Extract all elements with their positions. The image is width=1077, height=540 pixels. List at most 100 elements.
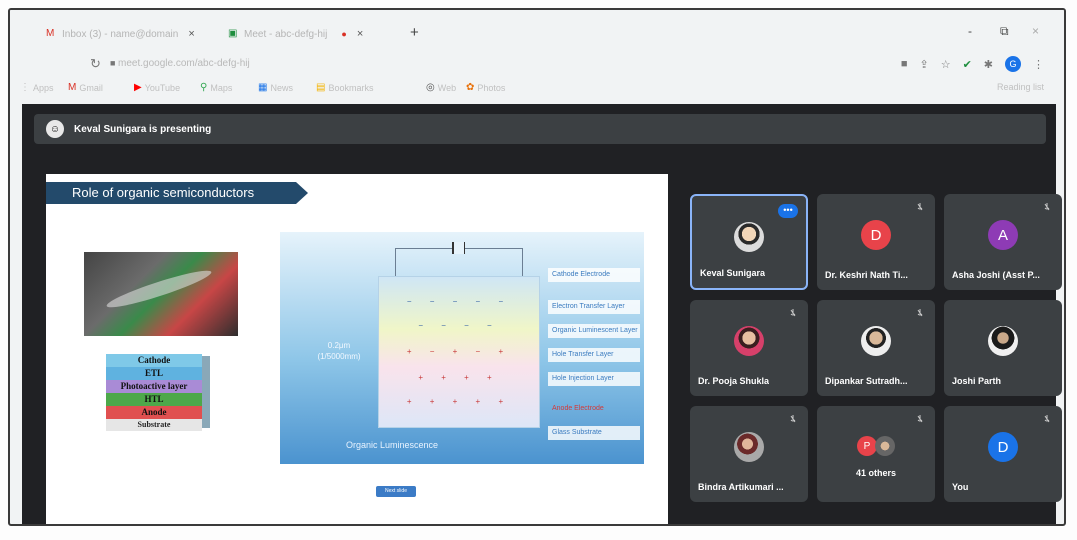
bookmark-label: Maps (210, 82, 233, 93)
participant-tile-keshri[interactable]: D Dr. Keshri Nath Ti... (817, 194, 935, 290)
url-text[interactable]: meet.google.com/abc-defg-hij (118, 58, 250, 69)
mic-muted-icon (917, 309, 923, 317)
charge-row: + − + − + (406, 347, 512, 356)
thickness-label: 0.2μm (1/5000mm) (317, 341, 361, 361)
meet-stage: ☺ Keval Sunigara is presenting Role of o… (22, 104, 1062, 524)
profile-avatar[interactable]: G (1005, 56, 1021, 72)
label-cathode-electrode: Cathode Electrode (548, 268, 640, 282)
share-icon[interactable]: ⇪ (919, 58, 928, 71)
oled-device: − − − − − − − − − + − + − + + + + + + + … (378, 276, 540, 428)
others-count: 41 others (855, 468, 897, 478)
reload-icon[interactable]: ↻ (90, 56, 101, 72)
label-glass-substrate: Glass Substrate (548, 426, 640, 440)
presenting-text: Keval Sunigara is presenting (74, 123, 212, 135)
participant-initial-avatar: A (988, 220, 1018, 250)
gmail-icon: M (46, 28, 55, 39)
participant-tile-pooja[interactable]: Dr. Pooja Shukla (690, 300, 808, 396)
other-participant-avatar: P (857, 436, 877, 456)
participant-name: Asha Joshi (Asst P... (952, 270, 1040, 280)
tab-label: Meet - abc-defg-hij (244, 28, 328, 40)
slide-title: Role of organic semiconductors (46, 182, 308, 204)
participant-initial-avatar: D (861, 220, 891, 250)
camera-icon[interactable]: ■ (901, 58, 908, 70)
bookmark-item[interactable]: ▦ News (258, 82, 293, 93)
maximize-button[interactable]: ⧉ (1000, 24, 1009, 39)
globe-icon: ◎ (426, 82, 435, 93)
participant-initial-avatar: D (988, 432, 1018, 462)
participant-name: You (952, 482, 969, 492)
bookmark-item[interactable]: ▤ Bookmarks (316, 82, 373, 93)
recording-icon: ● (341, 29, 347, 39)
participant-photo (988, 326, 1018, 356)
mic-muted-icon (790, 415, 796, 423)
layer-anode: Anode (106, 406, 202, 419)
minimize-button[interactable]: - (968, 24, 972, 38)
participant-photo (734, 326, 764, 356)
electron-row: − − − − (418, 321, 500, 330)
meet-icon: ▣ (228, 28, 238, 39)
hole-row: + + + + + (406, 397, 512, 406)
reading-list-button[interactable]: Reading list (997, 82, 1044, 92)
presentation-slide[interactable]: Role of organic semiconductors Cathode E… (46, 174, 668, 524)
participant-name: Bindra Artikumari ... (698, 482, 784, 492)
tab-label: Inbox (3) - name@domain (62, 28, 179, 40)
slide-next-button[interactable]: Next slide (376, 486, 416, 497)
participant-tile-dipankar[interactable]: Dipankar Sutradh... (817, 300, 935, 396)
electron-row: − − − − − (406, 297, 512, 306)
news-icon: ▦ (258, 82, 268, 93)
bookmark-item[interactable]: ▶ YouTube (134, 82, 180, 93)
lock-icon[interactable]: ■ (110, 58, 115, 68)
apps-icon: ⋮ (20, 82, 30, 93)
bookmark-item[interactable]: M Gmail (68, 82, 103, 93)
check-extension-icon[interactable]: ✔ (963, 58, 972, 71)
close-tab-icon[interactable]: × (188, 28, 194, 40)
menu-dots-icon[interactable]: ⋮ (1033, 58, 1044, 71)
puzzle-icon[interactable]: ✱ (984, 58, 993, 71)
layer-photoactive: Photoactive layer (106, 380, 202, 393)
bookmark-label: Apps (33, 82, 54, 93)
star-icon[interactable]: ☆ (941, 58, 951, 71)
maps-icon: ⚲ (200, 82, 208, 93)
bookmark-item[interactable]: ⋮ Apps (20, 82, 54, 93)
presenter-avatar: ☺ (46, 120, 64, 138)
participant-tile-bindra[interactable]: Bindra Artikumari ... (690, 406, 808, 502)
oled-structure-diagram: − − − − − − − − − + − + − + + + + + + + … (280, 232, 644, 464)
participant-name: Keval Sunigara (700, 268, 766, 278)
label-hole-injection: Hole Injection Layer (548, 372, 640, 386)
tab-gmail[interactable]: M Inbox (3) - name@domain × (46, 22, 195, 46)
bookmark-item[interactable]: ✿ Photos (466, 82, 505, 93)
participant-tile-keval[interactable]: ••• Keval Sunigara (690, 194, 808, 290)
bookmark-label: Gmail (79, 82, 103, 93)
label-anode-electrode: Anode Electrode (552, 405, 604, 412)
bookmark-item[interactable]: ⚲ Maps (200, 82, 232, 93)
participant-tile-others[interactable]: P 41 others (817, 406, 935, 502)
screen-frame: M Inbox (3) - name@domain × ▣ Meet - abc… (8, 8, 1066, 526)
more-options-button[interactable]: ••• (778, 204, 798, 218)
participant-tile-asha[interactable]: A Asha Joshi (Asst P... (944, 194, 1062, 290)
photos-icon: ✿ (466, 82, 475, 93)
new-tab-button[interactable]: + (410, 24, 419, 41)
label-organic-luminescent: Organic Luminescent Layer (548, 324, 640, 338)
tab-meet[interactable]: ▣ Meet - abc-defg-hij ● × (228, 22, 363, 46)
participant-tile-you[interactable]: D You (944, 406, 1062, 502)
participant-name: Dipankar Sutradh... (825, 376, 908, 386)
layer-substrate: Substrate (106, 419, 202, 431)
layer-cathode: Cathode (106, 354, 202, 367)
battery-icon (452, 242, 465, 254)
bookmark-item[interactable]: ◎ Web (426, 82, 456, 93)
close-window-button[interactable]: × (1032, 24, 1039, 38)
youtube-icon: ▶ (134, 82, 142, 93)
mic-muted-icon (1044, 203, 1050, 211)
close-tab-icon[interactable]: × (357, 28, 363, 40)
diagram-caption: Organic Luminescence (346, 440, 439, 450)
bookmark-label: YouTube (144, 82, 181, 93)
label-electron-transfer: Electron Transfer Layer (548, 300, 640, 314)
hole-row: + + + + (418, 373, 500, 382)
participant-photo (734, 432, 764, 462)
mic-muted-icon (1044, 415, 1050, 423)
mic-muted-icon (917, 415, 923, 423)
mic-muted-icon (917, 203, 923, 211)
extension-icons: ■ ⇪ ☆ ✔ ✱ G ⋮ (901, 56, 1044, 72)
participant-name: Dr. Keshri Nath Ti... (825, 270, 908, 280)
participant-tile-parth[interactable]: Joshi Parth (944, 300, 1062, 396)
